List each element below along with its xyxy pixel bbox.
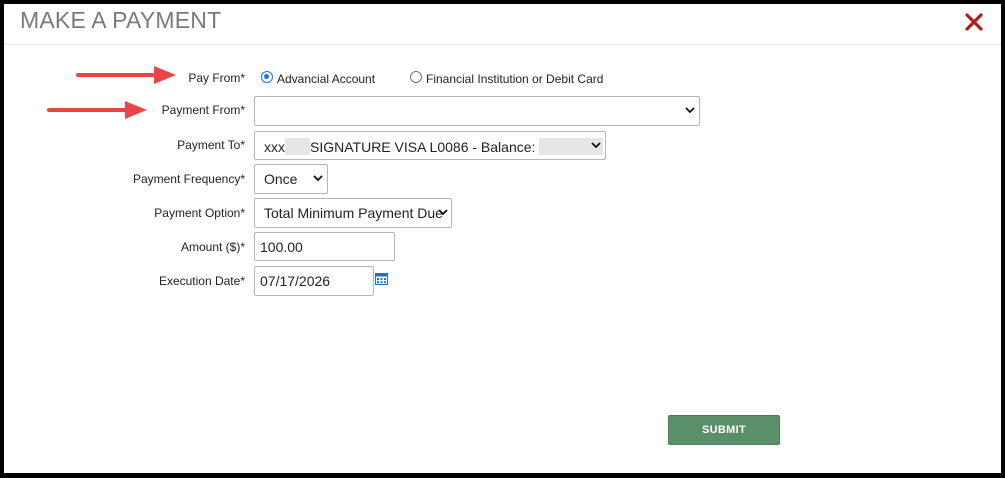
chevron-down-icon: [313, 175, 323, 182]
pay-from-label: Pay From*: [188, 71, 245, 85]
chevron-down-icon: [438, 209, 448, 216]
payment-to-account-prefix: xxx: [264, 139, 285, 155]
payment-frequency-select[interactable]: Once: [254, 164, 328, 194]
payment-dialog: MAKE A PAYMENT Pay From* Advancial Accou…: [0, 0, 1005, 478]
chevron-down-icon: [685, 107, 695, 114]
radio-advancial-account[interactable]: [261, 71, 273, 83]
dialog-title: MAKE A PAYMENT: [20, 7, 222, 33]
payment-from-select[interactable]: [254, 96, 700, 126]
calendar-icon[interactable]: [375, 273, 388, 285]
arrow-right-icon: [47, 101, 147, 119]
dialog-header: MAKE A PAYMENT: [4, 4, 1001, 45]
submit-button[interactable]: SUBMIT: [668, 415, 780, 445]
pointer-arrow-pay-from: [76, 65, 178, 85]
payment-option-select[interactable]: Total Minimum Payment Due: [254, 198, 452, 228]
arrow-right-icon: [76, 66, 176, 84]
payment-to-label: Payment To*: [177, 138, 245, 152]
close-button[interactable]: [962, 9, 988, 35]
amount-label: Amount ($)*: [180, 240, 245, 254]
radio-financial-institution-label[interactable]: Financial Institution or Debit Card: [426, 72, 603, 86]
execution-date-label: Execution Date*: [158, 274, 245, 288]
close-x-icon: [965, 13, 983, 31]
payment-option-value: Total Minimum Payment Due: [264, 205, 443, 221]
chevron-down-icon: [591, 142, 601, 149]
pointer-arrow-payment-from: [47, 100, 149, 120]
radio-financial-institution[interactable]: [410, 71, 422, 83]
payment-frequency-value: Once: [264, 171, 298, 187]
payment-to-value: xxx SIGNATURE VISA L0086 - Balance:: [264, 138, 604, 155]
payment-to-account-name: SIGNATURE VISA L0086 - Balance:: [310, 139, 536, 155]
payment-from-label: Payment From*: [161, 103, 245, 117]
amount-input[interactable]: 100.00: [254, 232, 395, 261]
masked-account-digits: [285, 138, 310, 155]
payment-option-label: Payment Option*: [154, 206, 245, 220]
execution-date-input[interactable]: 07/17/2026: [254, 266, 374, 296]
payment-frequency-label: Payment Frequency*: [132, 172, 245, 186]
payment-to-select[interactable]: xxx SIGNATURE VISA L0086 - Balance:: [254, 131, 606, 160]
radio-advancial-account-label[interactable]: Advancial Account: [277, 72, 375, 86]
